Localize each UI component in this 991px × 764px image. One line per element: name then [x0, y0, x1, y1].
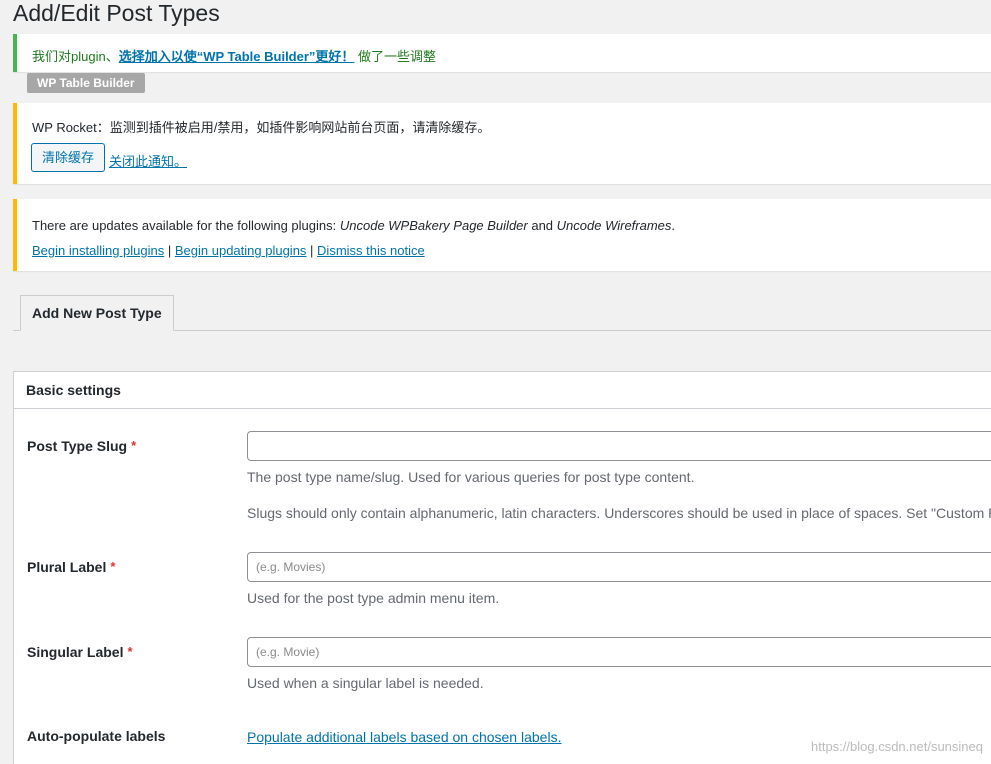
- notice-updates-links: Begin installing plugins | Begin updatin…: [32, 243, 425, 258]
- singular-label-text: Singular Label: [27, 644, 124, 660]
- notice-plugin-updates: There are updates available for the foll…: [13, 199, 991, 271]
- basic-settings-panel: Basic settings Post Type Slug * The post …: [13, 371, 991, 764]
- tab-add-new-post-type[interactable]: Add New Post Type: [20, 295, 174, 331]
- singular-label-label: Singular Label *: [27, 644, 133, 660]
- begin-installing-link[interactable]: Begin installing plugins: [32, 243, 164, 258]
- notice-updates-and: and: [527, 218, 557, 233]
- plural-label-text: Plural Label: [27, 559, 107, 575]
- required-mark: *: [131, 438, 137, 453]
- notice-wp-rocket-message: WP Rocket：监测到插件被启用/禁用，如插件影响网站前台页面，请清除缓存。: [32, 120, 491, 135]
- notice-table-builder: 我们对plugin、选择加入以使“WP Table Builder”更好！ 做了…: [13, 34, 991, 72]
- populate-labels-link[interactable]: Populate additional labels based on chos…: [247, 729, 561, 745]
- post-type-slug-label-text: Post Type Slug: [27, 438, 128, 454]
- singular-label-description: Used when a singular label is needed.: [247, 675, 484, 691]
- slug-description: The post type name/slug. Used for variou…: [247, 469, 695, 485]
- plugin-name-1: Uncode WPBakery Page Builder: [339, 218, 528, 233]
- dismiss-notice-link[interactable]: 关闭此通知。: [109, 151, 187, 170]
- dismiss-updates-link[interactable]: Dismiss this notice: [317, 243, 425, 258]
- clear-cache-button[interactable]: 清除缓存: [31, 143, 106, 172]
- notice-updates-suffix: .: [671, 218, 676, 233]
- panel-header: Basic settings: [14, 372, 991, 409]
- begin-updating-link[interactable]: Begin updating plugins: [175, 243, 307, 258]
- singular-label-input[interactable]: [247, 637, 991, 667]
- notice-updates-prefix: There are updates available for the foll…: [32, 218, 340, 233]
- post-type-slug-label: Post Type Slug *: [27, 438, 136, 454]
- page-title: Add/Edit Post Types: [13, 0, 220, 26]
- required-mark: *: [127, 644, 133, 659]
- plugin-name-2: Uncode Wireframes: [556, 218, 672, 233]
- plural-label-label: Plural Label *: [27, 559, 115, 575]
- required-mark: *: [110, 559, 116, 574]
- opt-in-link[interactable]: 选择加入以使“WP Table Builder”更好！: [119, 49, 355, 64]
- link-separator: |: [306, 243, 318, 258]
- watermark: https://blog.csdn.net/sunsineq: [810, 739, 983, 754]
- post-type-slug-input[interactable]: [247, 431, 991, 461]
- link-separator: |: [164, 243, 175, 258]
- notice-table-builder-suffix: 做了一些调整: [354, 49, 437, 64]
- plural-label-description: Used for the post type admin menu item.: [247, 590, 500, 606]
- notice-table-builder-message: 我们对plugin、选择加入以使“WP Table Builder”更好！ 做了…: [32, 46, 436, 65]
- auto-populate-label: Auto-populate labels: [27, 728, 166, 744]
- notice-updates-message: There are updates available for the foll…: [32, 218, 675, 233]
- plural-label-input[interactable]: [247, 552, 991, 582]
- notice-table-builder-prefix: 我们对plugin、: [32, 49, 119, 64]
- plugin-badge: WP Table Builder: [27, 73, 145, 93]
- slug-rules-description: Slugs should only contain alphanumeric, …: [247, 505, 991, 521]
- notice-wp-rocket: WP Rocket：监测到插件被启用/禁用，如插件影响网站前台页面，请清除缓存。…: [13, 103, 991, 184]
